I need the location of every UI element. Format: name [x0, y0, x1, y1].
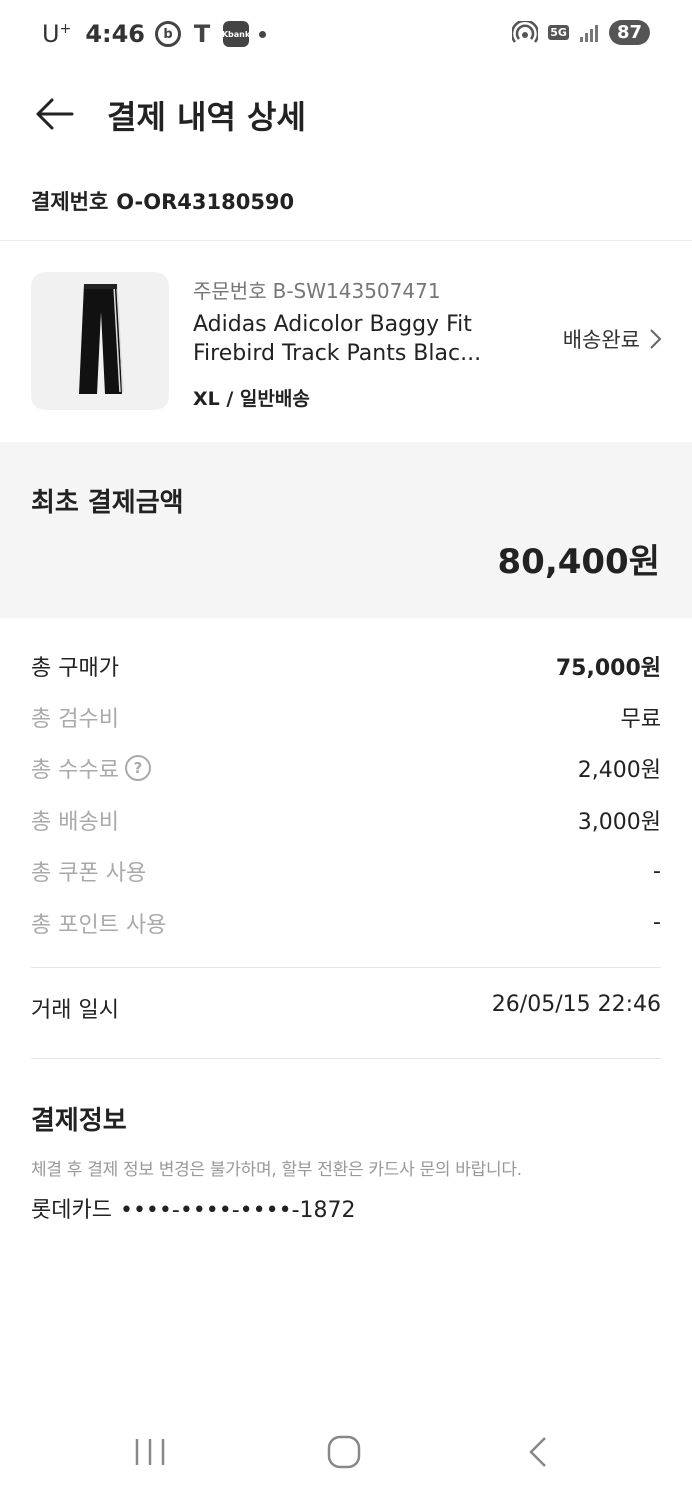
- divider: [31, 967, 661, 968]
- help-icon[interactable]: ?: [124, 755, 151, 782]
- payment-breakdown: 총 구매가 75,000원 총 검수비 무료 총 수수료 ? 2,400원 총 …: [31, 640, 661, 948]
- product-image: [31, 272, 169, 410]
- breakdown-label: 총 검수비: [31, 707, 119, 733]
- status-bar: U+ 4:46 b T Kbank 5G 87: [0, 0, 692, 72]
- product-name: Adidas Adicolor Baggy Fit Firebird Track…: [193, 312, 482, 366]
- breakdown-row: 총 구매가 75,000원: [31, 640, 661, 691]
- recent-apps-icon: [135, 1439, 165, 1465]
- transaction-value: 26/05/15 22:46: [491, 992, 661, 1017]
- breakdown-label: 총 쿠폰 사용: [31, 861, 147, 887]
- chevron-left-icon: [529, 1437, 546, 1467]
- divider: [0, 240, 692, 241]
- card-number: ••••-••••-••••-1872: [119, 1198, 356, 1223]
- breakdown-row: 총 쿠폰 사용 -: [31, 846, 661, 897]
- transaction-datetime-row: 거래 일시 26/05/15 22:46: [31, 992, 661, 1024]
- payment-info-title: 결제정보: [31, 1106, 127, 1136]
- nav-back-button[interactable]: [508, 1430, 568, 1474]
- breakdown-row: 총 배송비 3,000원: [31, 794, 661, 845]
- breakdown-value: 무료: [620, 707, 661, 733]
- app-b-icon: b: [155, 21, 182, 47]
- breakdown-row: 총 포인트 사용 -: [31, 897, 661, 948]
- breakdown-row: 총 수수료 ? 2,400원: [31, 743, 661, 794]
- divider: [31, 1058, 661, 1059]
- breakdown-label-fee: 총 수수료 ?: [31, 752, 151, 784]
- card-name: 롯데카드: [31, 1198, 112, 1223]
- network-badge: 5G: [548, 25, 569, 40]
- payment-number-label: 결제번호: [31, 190, 109, 214]
- breakdown-row: 총 검수비 무료: [31, 691, 661, 742]
- battery-indicator: 87: [608, 20, 650, 45]
- breakdown-label: 총 포인트 사용: [31, 912, 167, 938]
- chevron-right-icon: [650, 329, 662, 349]
- recent-apps-button[interactable]: [120, 1430, 180, 1474]
- kbank-icon: Kbank: [222, 21, 250, 47]
- home-button[interactable]: [314, 1430, 374, 1474]
- app-header: 결제 내역 상세: [0, 72, 692, 156]
- arrow-left-icon: [36, 98, 74, 130]
- system-nav-bar: [0, 1420, 692, 1484]
- back-button[interactable]: [28, 88, 80, 140]
- shipping-status-label: 배송완료: [562, 328, 640, 352]
- breakdown-value: 3,000원: [577, 809, 661, 835]
- card-info: 롯데카드 ••••-••••-••••-1872: [31, 1192, 671, 1224]
- payment-number-value: O-OR43180590: [116, 190, 295, 214]
- shipping-status-link[interactable]: 배송완료: [563, 324, 664, 354]
- breakdown-value: 2,400원: [577, 758, 661, 784]
- home-icon: [327, 1435, 361, 1469]
- initial-payment-label: 최초 결제금액: [31, 488, 184, 518]
- page-title: 결제 내역 상세: [107, 98, 306, 136]
- signal-icon: [579, 24, 598, 42]
- transaction-label: 거래 일시: [31, 998, 119, 1023]
- order-number: 주문번호 B-SW143507471: [193, 279, 441, 303]
- app-t-icon: T: [193, 20, 211, 48]
- clock: 4:46: [85, 20, 146, 48]
- product-option: XL / 일반배송: [193, 388, 310, 410]
- breakdown-value: -: [653, 858, 661, 884]
- initial-payment-section: 최초 결제금액 80,400원: [0, 442, 692, 618]
- carrier-label: U+: [42, 20, 72, 48]
- breakdown-label: 총 구매가: [31, 655, 119, 681]
- notification-dot-icon: [259, 30, 267, 38]
- breakdown-label: 총 배송비: [31, 809, 119, 835]
- product-card[interactable]: 주문번호 B-SW143507471 Adidas Adicolor Baggy …: [0, 242, 692, 441]
- initial-payment-amount: 80,400원: [497, 542, 660, 582]
- payment-info-section: 결제정보 체결 후 결제 정보 변경은 불가하며, 할부 전환은 카드사 문의 …: [31, 1100, 671, 1224]
- payment-info-note: 체결 후 결제 정보 변경은 불가하며, 할부 전환은 카드사 문의 바랍니다.: [31, 1160, 522, 1180]
- payment-number: 결제번호 O-OR43180590: [31, 186, 302, 216]
- breakdown-value: -: [653, 910, 661, 936]
- breakdown-value: 75,000원: [555, 655, 661, 681]
- hotspot-icon: [512, 20, 539, 43]
